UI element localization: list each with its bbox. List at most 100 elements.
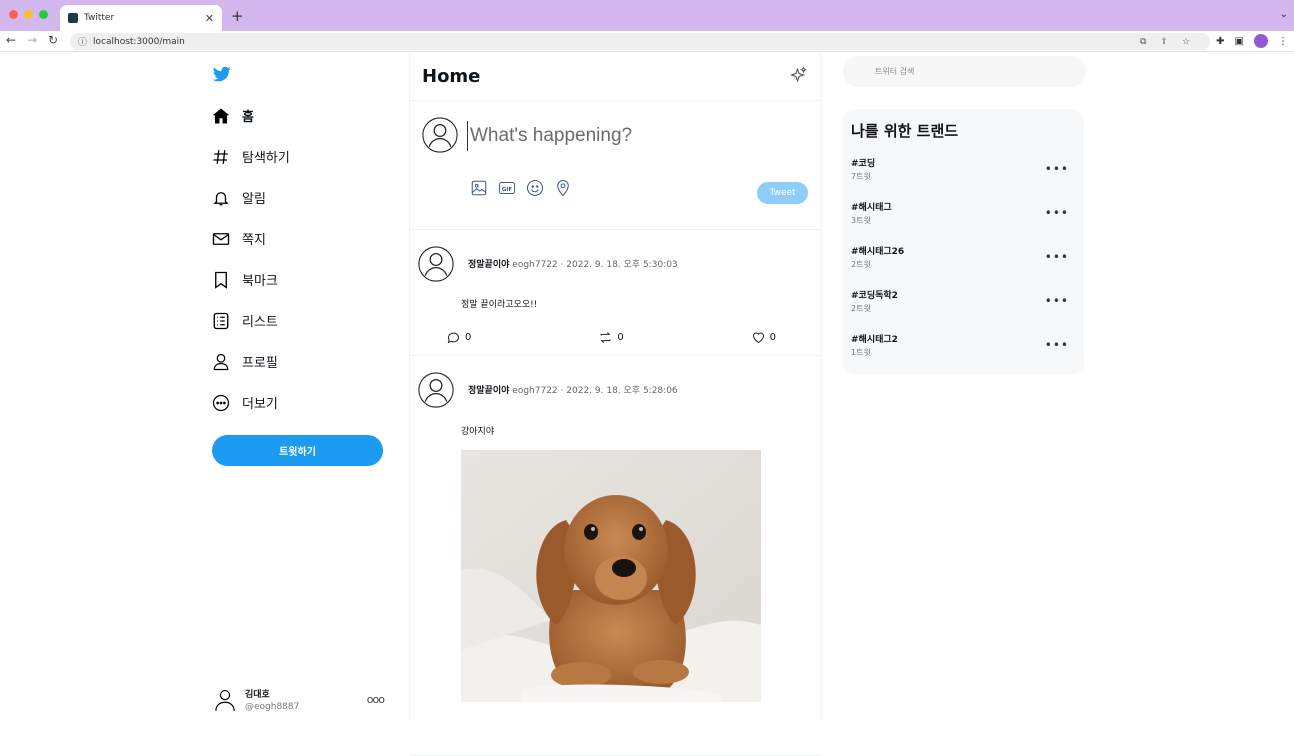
- avatar[interactable]: [418, 246, 454, 282]
- account-name: 김대호: [245, 689, 270, 700]
- nav-notifications[interactable]: 알림: [212, 177, 290, 218]
- address-bar[interactable]: ⓘ localhost:3000/main ⧉ ⇪ ☆: [70, 33, 1210, 50]
- trends-title: 나를 위한 트랜드: [851, 122, 959, 140]
- minimize-window-button[interactable]: [24, 10, 33, 19]
- tweet-photo-puppy[interactable]: [461, 450, 761, 702]
- tweet[interactable]: 정말끝이야 eogh7722 · 2022. 9. 18. 오후 5:28:06…: [410, 356, 820, 756]
- nav-messages[interactable]: 쪽지: [212, 218, 290, 259]
- tweet-button[interactable]: 트윗하기: [212, 435, 383, 466]
- account-switcher[interactable]: 김대호 @eogh8887 ooo: [212, 683, 385, 715]
- reload-icon[interactable]: ↻: [48, 33, 58, 47]
- search-input[interactable]: [875, 67, 1075, 76]
- main-timeline: Home GIF Tweet: [409, 53, 821, 756]
- more-circle-icon: [212, 394, 230, 412]
- translate-icon[interactable]: ⧉: [1140, 37, 1146, 47]
- bookmark-star-icon[interactable]: ☆: [1182, 37, 1190, 47]
- location-pin-icon[interactable]: [554, 179, 572, 197]
- left-sidebar: 홈 탐색하기 알림 쪽지 북마크 리스트 프로필 더보기 트윗하기 김대호 @e…: [212, 53, 392, 720]
- tweet-actions: 0 0 0: [446, 330, 776, 345]
- tweet-author-name[interactable]: 정말끝이야: [468, 386, 509, 396]
- trend-item[interactable]: #해시태그 3트윗 •••: [851, 200, 1077, 234]
- like-count: 0: [769, 332, 776, 343]
- share-icon[interactable]: ⇪: [1160, 37, 1168, 47]
- trend-tag: #해시태그: [851, 203, 892, 213]
- avatar: [215, 689, 235, 711]
- main-nav: 홈 탐색하기 알림 쪽지 북마크 리스트 프로필 더보기: [212, 95, 290, 423]
- compose-box: GIF Tweet: [410, 101, 820, 230]
- reply-icon: [447, 332, 459, 344]
- nav-label: 알림: [242, 192, 266, 207]
- trend-tag: #코딩독학2: [851, 291, 898, 301]
- side-panel-icon[interactable]: ▣: [1235, 36, 1244, 47]
- browser-tab-bar: Twitter ✕ + ⌄: [0, 0, 1294, 31]
- more-horizontal-icon[interactable]: •••: [1045, 250, 1069, 264]
- tweet[interactable]: 정말끝이야 eogh7722 · 2022. 9. 18. 오후 5:30:03…: [410, 230, 820, 356]
- more-horizontal-icon[interactable]: •••: [1045, 338, 1069, 352]
- nav-label: 북마크: [242, 274, 278, 289]
- avatar[interactable]: [418, 372, 454, 408]
- tweet-timestamp[interactable]: 2022. 9. 18. 오후 5:28:06: [566, 386, 677, 396]
- trend-item[interactable]: #해시태그2 1트윗 •••: [851, 332, 1077, 366]
- nav-more[interactable]: 더보기: [212, 382, 290, 423]
- tweet-meta: 정말끝이야 eogh7722 · 2022. 9. 18. 오후 5:28:06: [468, 383, 678, 396]
- browser-menu-icon[interactable]: ⋮: [1278, 36, 1288, 47]
- image-icon[interactable]: [470, 179, 488, 197]
- trend-item[interactable]: #해시태그26 2트윗 •••: [851, 244, 1077, 278]
- nav-home[interactable]: 홈: [212, 95, 290, 136]
- url-text: localhost:3000/main: [93, 36, 185, 47]
- trend-item[interactable]: #코딩독학2 2트윗 •••: [851, 288, 1077, 322]
- tweet-submit-button[interactable]: Tweet: [757, 182, 808, 204]
- retweet-button[interactable]: 0: [598, 330, 624, 345]
- nav-profile[interactable]: 프로필: [212, 341, 290, 382]
- list-icon: [212, 312, 230, 330]
- nav-label: 프로필: [242, 356, 278, 371]
- trend-count: 2트윗: [851, 260, 871, 269]
- tweet-meta: 정말끝이야 eogh7722 · 2022. 9. 18. 오후 5:30:03: [468, 257, 678, 270]
- account-handle: @eogh8887: [245, 701, 300, 712]
- tweet-author-handle[interactable]: eogh7722: [512, 386, 557, 396]
- extensions-icon[interactable]: ✚: [1216, 36, 1224, 47]
- nav-label: 탐색하기: [242, 151, 290, 166]
- tweet-text: 정말 끝이라고오오!!: [461, 300, 538, 310]
- meta-separator: ·: [560, 260, 564, 270]
- reply-button[interactable]: 0: [446, 330, 471, 345]
- new-tab-icon[interactable]: +: [231, 7, 244, 25]
- forward-icon[interactable]: →: [27, 33, 37, 47]
- search-box[interactable]: [843, 56, 1086, 87]
- nav-explore[interactable]: 탐색하기: [212, 136, 290, 177]
- browser-tab[interactable]: Twitter ✕: [60, 5, 222, 31]
- tweet-author-handle[interactable]: eogh7722: [512, 260, 557, 270]
- site-info-icon[interactable]: ⓘ: [78, 35, 87, 48]
- heart-icon: [752, 332, 764, 344]
- tweet-timestamp[interactable]: 2022. 9. 18. 오후 5:30:03: [566, 260, 677, 270]
- twitter-bird-icon[interactable]: [212, 65, 232, 83]
- more-horizontal-icon[interactable]: •••: [1045, 294, 1069, 308]
- close-window-button[interactable]: [9, 10, 18, 19]
- nav-lists[interactable]: 리스트: [212, 300, 290, 341]
- svg-text:GIF: GIF: [502, 187, 513, 193]
- sparkle-icon[interactable]: [789, 65, 808, 88]
- nav-label: 홈: [242, 110, 254, 125]
- compose-input[interactable]: [467, 121, 797, 151]
- more-horizontal-icon[interactable]: •••: [1045, 206, 1069, 220]
- timeline-header: Home: [410, 53, 820, 101]
- nav-bookmarks[interactable]: 북마크: [212, 259, 290, 300]
- more-dots-icon[interactable]: ooo: [367, 693, 385, 706]
- zoom-window-button[interactable]: [39, 10, 48, 19]
- envelope-icon: [212, 230, 230, 248]
- like-button[interactable]: 0: [751, 330, 776, 345]
- tweet-author-name[interactable]: 정말끝이야: [468, 260, 509, 270]
- trends-panel: 나를 위한 트랜드 #코딩 7트윗 ••• #해시태그 3트윗 ••• #해시태…: [843, 109, 1084, 374]
- bookmark-icon: [212, 271, 230, 289]
- tab-search-icon[interactable]: ⌄: [1280, 9, 1288, 20]
- tab-close-icon[interactable]: ✕: [205, 12, 214, 25]
- more-horizontal-icon[interactable]: •••: [1045, 162, 1069, 176]
- profile-avatar-icon[interactable]: [1254, 34, 1268, 48]
- gif-icon[interactable]: GIF: [498, 179, 516, 197]
- retweet-count: 0: [617, 332, 624, 343]
- avatar: [422, 117, 458, 153]
- emoji-icon[interactable]: [526, 179, 544, 197]
- page-title: Home: [422, 66, 481, 87]
- back-icon[interactable]: ←: [6, 33, 16, 47]
- trend-item[interactable]: #코딩 7트윗 •••: [851, 156, 1077, 190]
